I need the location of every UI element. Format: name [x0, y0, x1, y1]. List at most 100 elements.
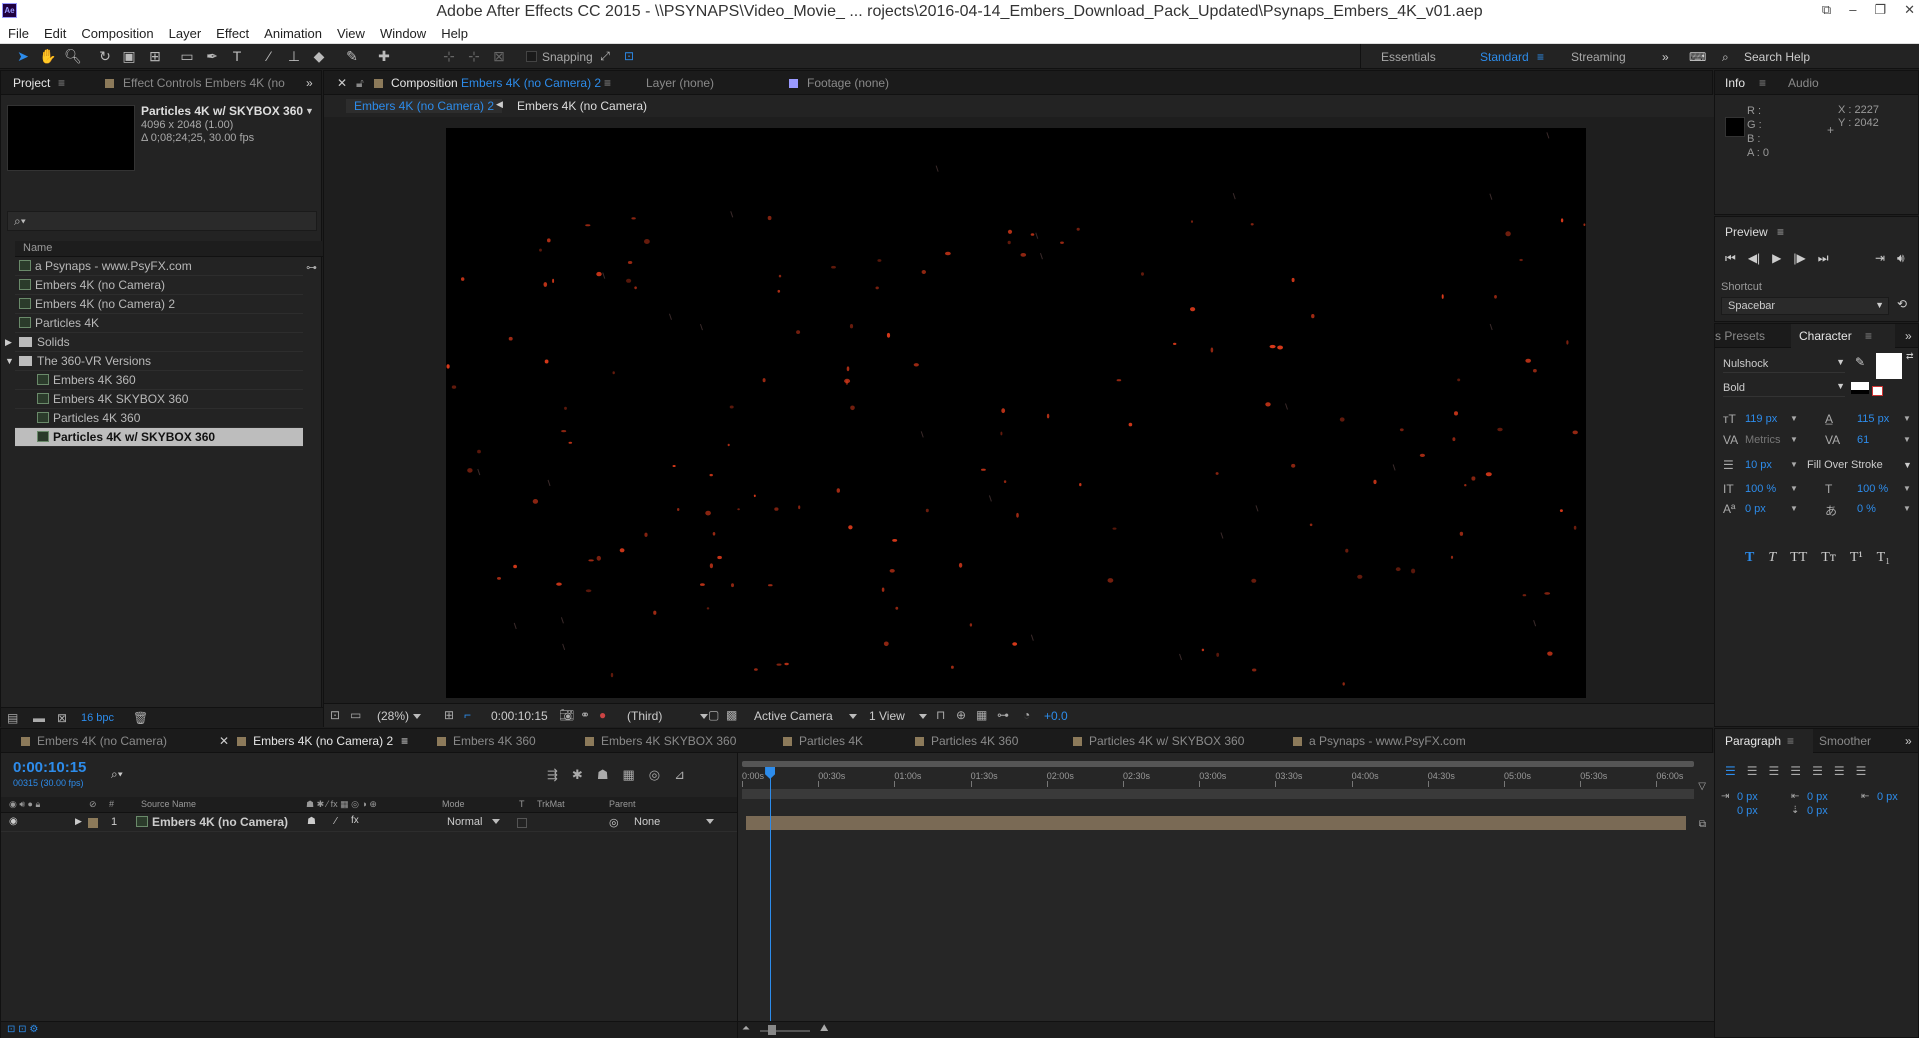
- timeline-tab[interactable]: Particles 4K 360: [915, 734, 1018, 748]
- rectangle-tool-icon[interactable]: ▭: [178, 48, 196, 65]
- layer-row[interactable]: ◉ ▶ 1 Embers 4K (no Camera) ☗ ⁄ fx Norma…: [1, 814, 737, 832]
- trash-icon[interactable]: 🗑︎: [133, 711, 148, 725]
- workspace-essentials[interactable]: Essentials: [1381, 50, 1436, 64]
- panel-overflow-icon[interactable]: »: [306, 76, 313, 90]
- tracking-value[interactable]: 61: [1857, 434, 1869, 446]
- puppet-pin-tool-icon[interactable]: ✚: [375, 48, 393, 65]
- clone-stamp-tool-icon[interactable]: ⊥: [285, 48, 303, 65]
- time-ruler[interactable]: 0:00s 00:30s 01:00s 01:30s 02:00s 02:30s 03:00…: [742, 769, 1694, 787]
- preserve-transparency-checkbox[interactable]: [517, 818, 527, 828]
- quality-switch-icon[interactable]: ⁄: [335, 816, 337, 827]
- menu-file[interactable]: File: [8, 26, 29, 41]
- eraser-tool-icon[interactable]: ◆: [310, 48, 328, 65]
- timeline-tab[interactable]: Embers 4K (no Camera): [21, 734, 167, 748]
- space-before-value[interactable]: 0 px: [1737, 805, 1758, 817]
- timeline-tab[interactable]: Particles 4K: [783, 734, 863, 748]
- timeline-tab[interactable]: Embers 4K 360: [437, 734, 536, 748]
- graph-editor-icon[interactable]: ⊿: [674, 767, 685, 783]
- info-menu-icon[interactable]: ≡: [1759, 76, 1766, 90]
- leading-value[interactable]: 115 px: [1857, 413, 1889, 425]
- project-item[interactable]: Embers 4K (no Camera): [15, 276, 303, 295]
- tab-paragraph[interactable]: Paragraph: [1725, 734, 1781, 748]
- panel-overflow-icon[interactable]: »: [1905, 734, 1912, 748]
- superscript-button[interactable]: T¹: [1850, 550, 1863, 566]
- toggle-pixel-aspect-icon[interactable]: ⊓: [936, 708, 945, 722]
- work-area-bar[interactable]: [742, 761, 1694, 767]
- default-colors-icon[interactable]: [1851, 382, 1869, 394]
- justify-right-icon[interactable]: ☰: [1834, 764, 1845, 778]
- justify-center-icon[interactable]: ☰: [1812, 764, 1823, 778]
- axis-world-icon[interactable]: ⊹: [465, 48, 483, 65]
- parent-dropdown[interactable]: None: [634, 816, 715, 828]
- project-item[interactable]: Embers 4K (no Camera) 2: [15, 295, 303, 314]
- layer-switches-toggle-icon[interactable]: ⊡ ⊡ ⚙: [7, 1024, 38, 1035]
- timeline-zoom-slider[interactable]: [768, 1025, 776, 1035]
- fill-color-swatch[interactable]: [1876, 353, 1902, 379]
- close-tab-icon[interactable]: ✕: [219, 734, 229, 748]
- align-left-icon[interactable]: ☰: [1725, 764, 1736, 778]
- zoom-out-icon[interactable]: ⏶: [742, 1023, 750, 1034]
- menu-help[interactable]: Help: [441, 26, 468, 41]
- expanded-arrow-icon[interactable]: ▼: [5, 352, 14, 370]
- lock-icon[interactable]: 🔓︎: [356, 76, 364, 91]
- pan-behind-tool-icon[interactable]: ⊞: [146, 48, 164, 65]
- next-frame-icon[interactable]: |▶: [1793, 251, 1805, 266]
- name-column-header[interactable]: Name: [23, 242, 52, 254]
- mask-visibility-icon[interactable]: ⌐: [464, 708, 471, 722]
- tab-footage[interactable]: Footage (none): [807, 76, 889, 90]
- snapping-checkbox[interactable]: [526, 51, 537, 62]
- search-help-input[interactable]: Search Help: [1744, 50, 1810, 64]
- collapsed-arrow-icon[interactable]: ▶: [5, 333, 12, 351]
- menu-window[interactable]: Window: [380, 26, 426, 41]
- timeline-tab[interactable]: Embers 4K SKYBOX 360: [585, 734, 736, 748]
- project-item[interactable]: Particles 4K w/ SKYBOX 360: [15, 428, 303, 447]
- rotate-tool-icon[interactable]: ↻: [96, 48, 114, 65]
- menu-edit[interactable]: Edit: [44, 26, 66, 41]
- character-menu-icon[interactable]: ≡: [1865, 329, 1872, 343]
- baseline-shift-value[interactable]: 0 px: [1745, 503, 1766, 515]
- timeline-tab[interactable]: Particles 4K w/ SKYBOX 360: [1073, 734, 1244, 748]
- workspace-streaming[interactable]: Streaming: [1571, 50, 1626, 64]
- tab-info[interactable]: Info: [1725, 76, 1745, 90]
- no-fill-icon[interactable]: [1872, 386, 1883, 396]
- project-item[interactable]: Embers 4K 360: [15, 371, 303, 390]
- space-after-value[interactable]: 0 px: [1807, 805, 1828, 817]
- parent-pickwhip-icon[interactable]: ◎: [609, 816, 619, 829]
- fast-previews-icon[interactable]: ⊕: [956, 708, 966, 722]
- play-icon[interactable]: ▶: [1772, 251, 1781, 266]
- comp-button-icon[interactable]: ▽: [1698, 781, 1706, 792]
- show-snapshot-icon[interactable]: ⚭: [580, 708, 590, 722]
- subscript-button[interactable]: T₁: [1877, 550, 1890, 566]
- breadcrumb-current[interactable]: Embers 4K (no Camera) 2: [346, 99, 503, 113]
- all-caps-button[interactable]: TT: [1790, 550, 1807, 566]
- motion-blur-icon[interactable]: ◎: [649, 767, 660, 783]
- flowchart-comp-icon[interactable]: ⊶: [997, 708, 1009, 722]
- layer-name[interactable]: Embers 4K (no Camera): [136, 815, 288, 829]
- workspace-overflow-icon[interactable]: »: [1662, 50, 1669, 64]
- fx-switch-icon[interactable]: fx: [351, 815, 359, 826]
- viewer-timecode[interactable]: 0:00:10:15: [491, 709, 548, 723]
- safe-zones-icon[interactable]: ⊞: [444, 708, 454, 722]
- frame-blending-icon[interactable]: ▦: [622, 767, 634, 783]
- interpret-footage-icon[interactable]: ▤: [7, 711, 18, 725]
- collapse-switch-icon[interactable]: ☗: [307, 816, 316, 827]
- layer-comp-icon[interactable]: ⧉: [1699, 819, 1706, 830]
- source-name-header[interactable]: Source Name: [141, 799, 196, 809]
- label-color-swatch[interactable]: [88, 818, 98, 828]
- breadcrumb-parent[interactable]: Embers 4K (no Camera): [517, 99, 647, 113]
- font-family-dropdown[interactable]: Nulshock ▼: [1723, 356, 1845, 373]
- project-item[interactable]: Particles 4K: [15, 314, 303, 333]
- maximize-icon[interactable]: ❐: [1874, 2, 1886, 18]
- exposure-value[interactable]: +0.0: [1044, 709, 1068, 723]
- monitor-icon[interactable]: ▭: [350, 708, 361, 722]
- tab-project[interactable]: Project: [13, 76, 50, 90]
- reset-exposure-icon[interactable]: ◔: [1023, 708, 1030, 722]
- paragraph-menu-icon[interactable]: ≡: [1787, 734, 1794, 748]
- type-tool-icon[interactable]: T: [228, 48, 246, 65]
- sync-settings-icon[interactable]: ⌨: [1689, 50, 1706, 64]
- indent-right-value[interactable]: 0 px: [1877, 791, 1898, 803]
- always-preview-icon[interactable]: ⊡: [330, 708, 340, 722]
- horizontal-scale-value[interactable]: 100 %: [1857, 483, 1888, 495]
- expand-arrow-icon[interactable]: ▶: [75, 816, 82, 827]
- tab-smoother[interactable]: Smoother: [1819, 734, 1871, 748]
